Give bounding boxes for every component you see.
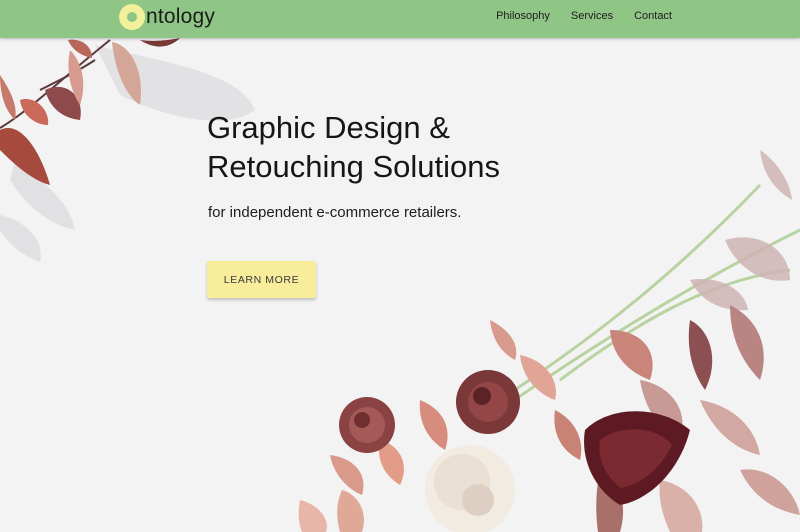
nav-menu: Philosophy Services Contact — [475, 0, 672, 32]
hero-title-line-1: Graphic Design & — [207, 110, 450, 145]
logo-text: ntology — [146, 5, 216, 28]
learn-more-button[interactable]: LEARN MORE — [207, 261, 316, 298]
nav-link-services[interactable]: Services — [571, 10, 613, 22]
hero-title-line-2: Retouching Solutions — [207, 149, 500, 184]
hero-content: Graphic Design & Retouching Solutions fo… — [207, 108, 500, 221]
hero-flower-image — [0, 0, 800, 532]
circle-o-logo-icon — [119, 4, 145, 30]
logo-link[interactable]: ntology — [119, 2, 215, 32]
hero-title: Graphic Design & Retouching Solutions — [207, 108, 500, 186]
nav-link-philosophy[interactable]: Philosophy — [496, 10, 550, 22]
top-navbar: ntology Philosophy Services Contact — [0, 0, 800, 38]
nav-link-contact[interactable]: Contact — [634, 10, 672, 22]
hero-subtitle: for independent e-commerce retailers. — [208, 204, 462, 221]
